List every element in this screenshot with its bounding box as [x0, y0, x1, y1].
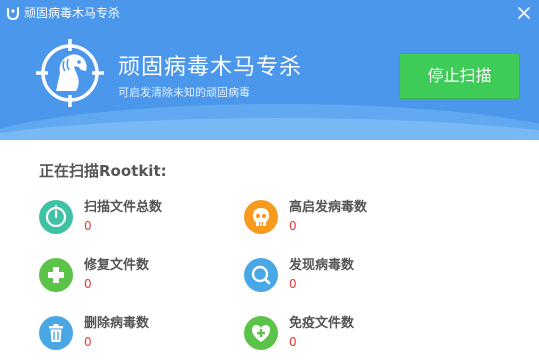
window-title: 顽固病毒木马专杀 — [24, 6, 121, 20]
header-banner: 顽固病毒木马专杀 顽固病毒木马专杀 可启发清除未知的顽固病毒 停止扫描 — [0, 0, 539, 140]
app-logo-icon — [7, 7, 19, 21]
close-icon[interactable] — [515, 4, 533, 22]
stat-immune-files: 免疫文件数 0 — [244, 316, 444, 356]
stat-value: 0 — [84, 335, 92, 349]
scan-status-text: 正在扫描Rootkit: — [39, 162, 167, 180]
stat-value: 0 — [289, 277, 297, 291]
search-icon — [244, 258, 278, 292]
stat-deleted-viruses: 删除病毒数 0 — [39, 316, 239, 356]
stat-value: 0 — [84, 219, 92, 233]
stat-value: 0 — [289, 219, 297, 233]
timer-icon — [39, 200, 73, 234]
plus-icon — [39, 258, 73, 292]
heart-shield-icon — [244, 316, 278, 350]
stat-label: 扫描文件总数 — [84, 200, 163, 215]
stat-value: 0 — [289, 335, 297, 349]
stat-high-risk-viruses: 高启发病毒数 0 — [244, 200, 444, 240]
stat-label: 免疫文件数 — [289, 316, 355, 331]
stat-label: 高启发病毒数 — [289, 200, 368, 215]
trash-icon — [39, 316, 73, 350]
stat-label: 删除病毒数 — [84, 316, 150, 331]
stat-found-viruses: 发现病毒数 0 — [244, 258, 444, 298]
hero-title: 顽固病毒木马专杀 — [118, 55, 303, 80]
title-bar: 顽固病毒木马专杀 — [0, 0, 539, 26]
stat-repaired-files: 修复文件数 0 — [39, 258, 239, 298]
stop-scan-button[interactable]: 停止扫描 — [399, 53, 520, 99]
stat-label: 发现病毒数 — [289, 258, 355, 273]
stat-value: 0 — [84, 277, 92, 291]
skull-icon — [244, 200, 278, 234]
hero-subtitle: 可启发清除未知的顽固病毒 — [118, 86, 250, 99]
stat-scanned-files: 扫描文件总数 0 — [39, 200, 239, 240]
stat-label: 修复文件数 — [84, 258, 150, 273]
trojan-horse-icon — [36, 39, 104, 107]
